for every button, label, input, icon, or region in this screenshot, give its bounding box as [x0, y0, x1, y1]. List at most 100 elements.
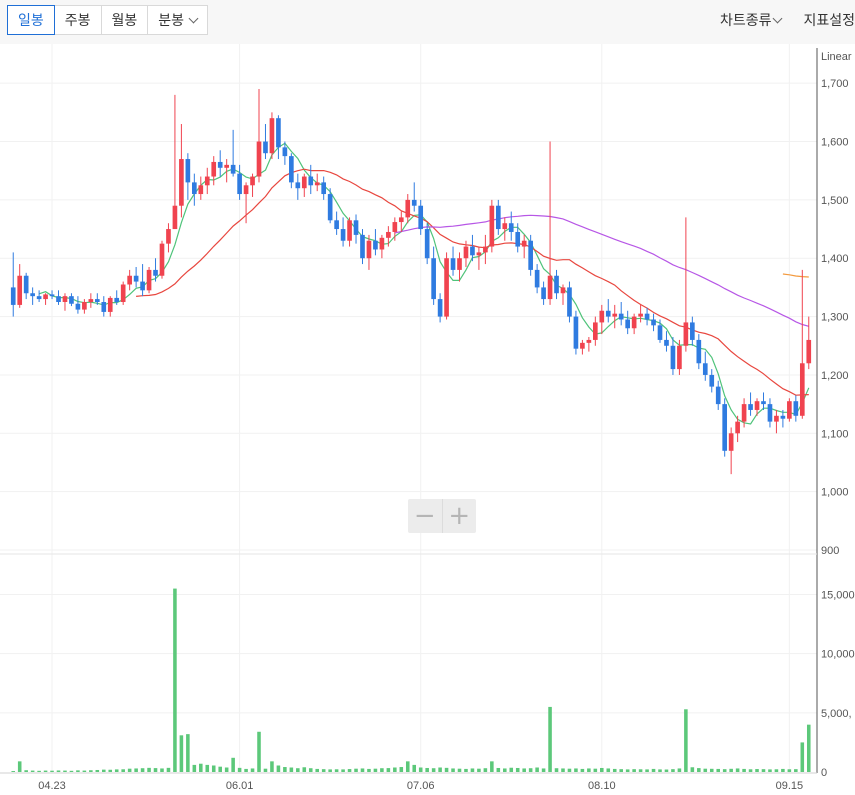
candle-body — [799, 363, 805, 416]
volume-bar — [186, 734, 190, 772]
volume-bar — [82, 770, 87, 772]
candle-body — [56, 296, 61, 302]
volume-series — [11, 588, 811, 772]
ma120-line — [782, 273, 809, 278]
down-candle — [101, 296, 107, 317]
volume-bar — [477, 768, 481, 772]
candle-body — [774, 415, 779, 422]
candle-body — [664, 339, 669, 346]
minus-icon[interactable]: − — [408, 499, 442, 533]
volume-bar — [43, 770, 48, 772]
down-candle — [321, 176, 327, 200]
down-candle — [69, 293, 74, 307]
volume-bar — [515, 767, 520, 772]
volume-bar — [166, 767, 171, 772]
volume-bar — [224, 767, 229, 772]
candle-body — [263, 141, 268, 154]
chart-type-dropdown[interactable]: 차트종류 — [720, 5, 783, 35]
up-candle — [159, 240, 165, 279]
stock-chart[interactable]: 900 1,000 1,100 1,200 1,300 1,400 1,500 1,600 1,… — [0, 44, 855, 795]
candle-body — [534, 269, 540, 288]
down-candle — [793, 395, 799, 422]
candle-body — [289, 156, 294, 183]
volume-bar — [386, 768, 391, 772]
volume-tick-label: 10,000, — [821, 649, 855, 661]
volume-bar — [237, 767, 242, 772]
volume-bar — [651, 768, 656, 772]
volume-bar — [748, 769, 753, 772]
volume-bar — [431, 768, 436, 772]
indicator-settings-button[interactable]: 지표설정 — [803, 5, 855, 35]
volume-bar — [587, 768, 591, 772]
candle-body — [198, 185, 204, 195]
down-candle — [289, 153, 294, 189]
volume-bar — [768, 769, 772, 772]
up-candle — [774, 409, 779, 434]
tab-monthly[interactable]: 월봉 — [100, 5, 149, 35]
volume-bar — [541, 768, 546, 772]
up-candle — [728, 427, 734, 475]
candle-body — [586, 339, 592, 343]
candle-body — [444, 258, 449, 317]
volume-bar — [503, 768, 507, 772]
up-candle — [146, 266, 152, 294]
candle-body — [237, 173, 242, 195]
chevron-down-icon — [188, 13, 199, 23]
volume-bar — [315, 768, 319, 772]
volume-bar — [140, 768, 145, 772]
volume-bar — [418, 767, 423, 772]
volume-bar — [205, 764, 210, 772]
moving-average-lines — [38, 142, 810, 425]
up-candle — [269, 112, 275, 160]
volume-bar — [677, 768, 682, 772]
candle-body — [114, 297, 120, 302]
up-candle — [43, 293, 48, 305]
candle-body — [722, 404, 728, 451]
down-candle — [185, 153, 191, 200]
candle-body — [140, 281, 145, 291]
down-candle — [767, 398, 773, 428]
volume-tick-label: 0 — [821, 767, 827, 779]
down-candle — [748, 392, 753, 416]
volume-bar — [787, 769, 792, 772]
volume-bar — [270, 761, 274, 772]
tab-daily[interactable]: 일봉 — [7, 5, 55, 35]
up-candle — [483, 234, 488, 265]
up-candle — [62, 293, 68, 311]
volume-bar — [108, 769, 113, 772]
up-candle — [586, 337, 592, 352]
volume-bar — [95, 769, 100, 772]
candle-body — [166, 229, 171, 244]
candle-body — [295, 182, 301, 189]
candle-body — [179, 159, 184, 206]
candle-body — [495, 205, 501, 230]
up-candle — [683, 217, 689, 352]
up-candle — [82, 299, 87, 314]
down-candle — [534, 264, 540, 294]
ma20-line — [136, 168, 809, 396]
up-candle — [347, 217, 352, 247]
price-tick-label: 1,500 — [821, 195, 849, 207]
down-candle — [625, 310, 630, 335]
price-tick-label: 1,200 — [821, 370, 849, 382]
candle-body — [806, 339, 812, 364]
price-tick-label: 900 — [821, 545, 839, 557]
down-candle — [450, 246, 456, 276]
candle-body — [463, 246, 469, 259]
chevron-down-icon — [773, 13, 783, 23]
up-candle — [612, 304, 618, 329]
down-candle — [664, 331, 669, 352]
candle-body — [683, 322, 689, 346]
volume-bar — [283, 767, 287, 772]
up-candle — [166, 223, 171, 253]
tab-minute[interactable]: 분봉 — [147, 5, 209, 35]
candle-body — [541, 287, 546, 300]
candle-body — [651, 319, 656, 326]
down-candle — [153, 258, 158, 282]
candle-body — [735, 421, 740, 434]
candle-body — [386, 231, 391, 238]
candle-body — [36, 296, 42, 300]
plus-icon[interactable]: + — [441, 499, 477, 533]
scale-label[interactable]: Linear — [821, 51, 852, 63]
tab-weekly[interactable]: 주봉 — [53, 5, 102, 35]
